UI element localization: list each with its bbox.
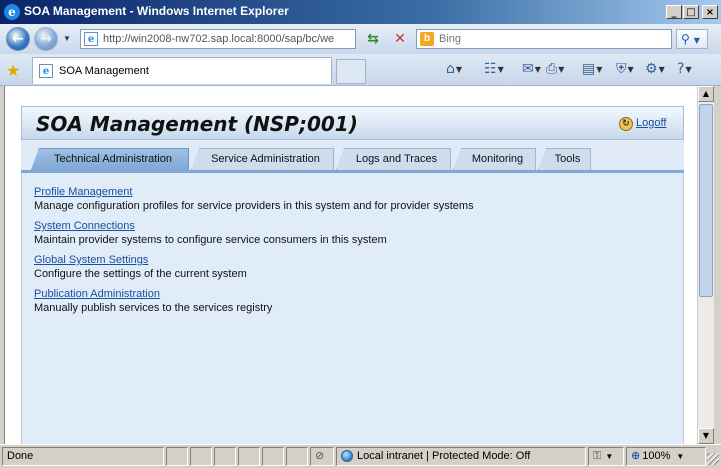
item-description: Manage configuration profiles for servic… [34, 200, 474, 212]
print-button[interactable]: ⎙▼ [546, 61, 564, 79]
list-item: Global System Settings Configure the set… [34, 254, 247, 280]
scroll-up-arrow-icon[interactable]: ▲ [698, 86, 714, 102]
zoom-control[interactable]: ⊕ 100% ▼ [626, 447, 706, 466]
item-description: Maintain provider systems to configure s… [34, 234, 387, 246]
stop-icon: ✕ [394, 31, 406, 47]
ie-logo-icon: e [4, 4, 20, 20]
help-icon: ? [677, 61, 685, 77]
status-text: Done [2, 447, 164, 466]
search-placeholder[interactable]: Bing [439, 33, 461, 45]
page-title: SOA Management (NSP;001) [36, 112, 358, 136]
tab-strip: Technical Administration Service Adminis… [21, 148, 684, 170]
page-menu-button[interactable]: ▤▼ [582, 61, 602, 79]
bing-icon: b [420, 32, 434, 46]
refresh-icon: ⇆ [367, 31, 379, 47]
window-title: SOA Management - Windows Internet Explor… [24, 4, 289, 18]
scroll-thumb[interactable] [699, 104, 713, 297]
publication-administration-link[interactable]: Publication Administration [34, 288, 272, 300]
tab-service-administration[interactable]: Service Administration [191, 148, 334, 170]
status-cell [262, 447, 284, 466]
status-cell [190, 447, 212, 466]
popup-blocker-cell[interactable]: ⊘ [310, 447, 334, 466]
shield-icon: ⛨ [616, 61, 627, 77]
back-arrow-icon: ← [12, 31, 24, 47]
item-description: Configure the settings of the current sy… [34, 268, 247, 280]
page-header: SOA Management (NSP;001) ↻ Logoff [21, 106, 684, 140]
logoff-icon[interactable]: ↻ [619, 117, 633, 131]
tools-status-cell[interactable]: ⚿ ▼ [588, 447, 624, 466]
recent-pages-dropdown[interactable]: ▼ [63, 34, 71, 43]
help-button[interactable]: ?▼ [677, 61, 692, 79]
browser-tab-label: SOA Management [59, 65, 149, 77]
address-toolbar: ← → ▼ e http://win2008-nw702.sap.local:8… [0, 24, 721, 54]
page-icon: e [39, 64, 53, 78]
search-field[interactable]: b Bing [416, 29, 672, 49]
resize-grip[interactable] [707, 453, 719, 465]
tab-technical-administration[interactable]: Technical Administration [31, 148, 189, 170]
tab-monitoring[interactable]: Monitoring [453, 148, 536, 170]
list-item: Profile Management Manage configuration … [34, 186, 474, 212]
global-system-settings-link[interactable]: Global System Settings [34, 254, 247, 266]
stop-button[interactable]: ✕ [389, 29, 411, 49]
status-cell [238, 447, 260, 466]
gear-icon: ⚙ [645, 61, 658, 77]
magnifier-icon: ⚲ [681, 32, 690, 46]
forward-arrow-icon: → [40, 31, 52, 47]
globe-icon [341, 450, 353, 463]
command-bar: ★ e SOA Management ⌂▼ ☷▼ ✉▼ ⎙▼ ▤▼ ⛨▼ ⚙▼ … [0, 54, 721, 86]
tab-tools[interactable]: Tools [538, 148, 591, 170]
address-field[interactable]: e http://win2008-nw702.sap.local:8000/sa… [80, 29, 356, 49]
logoff-link[interactable]: Logoff [636, 117, 666, 129]
page-icon: ▤ [582, 61, 596, 77]
home-button[interactable]: ⌂▼ [446, 61, 462, 79]
home-icon: ⌂ [446, 61, 455, 77]
padlock-icon: ⚿ [593, 450, 602, 462]
blocked-icon: ⊘ [315, 450, 325, 462]
safety-menu-button[interactable]: ⛨▼ [616, 61, 634, 79]
mail-button[interactable]: ✉▼ [522, 61, 541, 79]
zone-text: Local intranet | Protected Mode: Off [357, 450, 531, 462]
zoom-icon: ⊕ [631, 449, 641, 462]
zoom-dropdown-icon: ▼ [676, 452, 685, 461]
sap-page: SOA Management (NSP;001) ↻ Logoff Techni… [21, 106, 684, 444]
profile-management-link[interactable]: Profile Management [34, 186, 474, 198]
favorites-star-icon[interactable]: ★ [6, 61, 20, 80]
close-button[interactable]: × [702, 5, 718, 19]
minimize-button[interactable]: _ [666, 5, 682, 19]
list-item: System Connections Maintain provider sys… [34, 220, 387, 246]
security-zone[interactable]: Local intranet | Protected Mode: Off [336, 447, 586, 466]
page-viewport: SOA Management (NSP;001) ↻ Logoff Techni… [4, 86, 697, 444]
tools-menu-button[interactable]: ⚙▼ [645, 61, 665, 79]
zoom-level: 100% [642, 450, 671, 462]
status-cell [214, 447, 236, 466]
back-button[interactable]: ← [6, 27, 30, 51]
new-tab-button[interactable] [336, 59, 366, 84]
printer-icon: ⎙ [546, 61, 558, 77]
tab-content: Profile Management Manage configuration … [21, 173, 684, 444]
feeds-button[interactable]: ☷▼ [484, 61, 504, 79]
list-item: Publication Administration Manually publ… [34, 288, 272, 314]
maximize-button[interactable]: □ [683, 5, 699, 19]
page-icon: e [84, 32, 98, 46]
window-title-bar[interactable]: e SOA Management - Windows Internet Expl… [0, 0, 721, 24]
rss-icon: ☷ [484, 61, 497, 77]
refresh-button[interactable]: ⇆ [362, 29, 384, 49]
browser-tab[interactable]: e SOA Management [32, 57, 332, 84]
status-cell [286, 447, 308, 466]
search-dropdown-icon: ▼ [693, 36, 700, 45]
item-description: Manually publish services to the service… [34, 302, 273, 314]
search-button[interactable]: ⚲ ▼ [676, 29, 708, 49]
status-cell [166, 447, 188, 466]
system-connections-link[interactable]: System Connections [34, 220, 387, 232]
mail-icon: ✉ [522, 61, 534, 77]
status-bar: Done ⊘ Local intranet | Protected Mode: … [0, 444, 721, 468]
window-edge [714, 86, 721, 444]
vertical-scrollbar[interactable]: ▲ ▼ [697, 86, 714, 444]
address-text[interactable]: http://win2008-nw702.sap.local:8000/sap/… [103, 33, 353, 45]
scroll-down-arrow-icon[interactable]: ▼ [698, 428, 714, 444]
forward-button[interactable]: → [34, 27, 58, 51]
tab-logs-and-traces[interactable]: Logs and Traces [336, 148, 451, 170]
